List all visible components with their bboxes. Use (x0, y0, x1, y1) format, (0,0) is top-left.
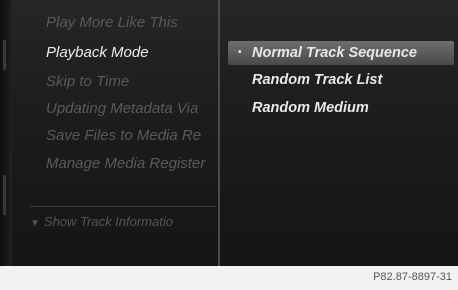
playback-mode-panel: • Normal Track Sequence Random Track Lis… (220, 0, 458, 266)
option-random-medium[interactable]: Random Medium (228, 96, 454, 120)
menu-item-skip-to-time[interactable]: Skip to Time (46, 73, 218, 90)
option-label: Normal Track Sequence (252, 45, 417, 61)
menu-item-updating-metadata[interactable]: Updating Metadata Via (46, 100, 218, 117)
chevron-down-icon: ▼ (30, 218, 40, 229)
option-label: Random Medium (252, 100, 369, 116)
menu-item-save-files[interactable]: Save Files to Media Re (46, 127, 218, 144)
figure-code: P82.87-8897-31 (373, 271, 452, 283)
menu-item-playback-mode[interactable]: Playback Mode (46, 44, 218, 61)
selected-bullet-icon: • (238, 47, 242, 58)
bezel-notch (3, 40, 6, 70)
left-bezel (0, 0, 12, 266)
menu-item-play-more-like-this[interactable]: Play More Like This (46, 14, 218, 31)
bezel-notch (3, 175, 6, 215)
media-menu: Play More Like This Playback Mode Skip t… (18, 0, 218, 266)
figure-caption-bar: P82.87-8897-31 (0, 266, 458, 290)
display-screen: Play More Like This Playback Mode Skip t… (0, 0, 458, 266)
option-label: Random Track List (252, 72, 383, 88)
option-random-track-list[interactable]: Random Track List (228, 68, 454, 92)
show-track-information-button[interactable]: ▼ Show Track Informatio (30, 214, 218, 229)
menu-item-manage-media-register[interactable]: Manage Media Register (46, 155, 218, 172)
option-normal-track-sequence[interactable]: • Normal Track Sequence (228, 41, 454, 65)
show-track-information-label: Show Track Informatio (43, 214, 173, 229)
menu-divider (30, 206, 216, 207)
